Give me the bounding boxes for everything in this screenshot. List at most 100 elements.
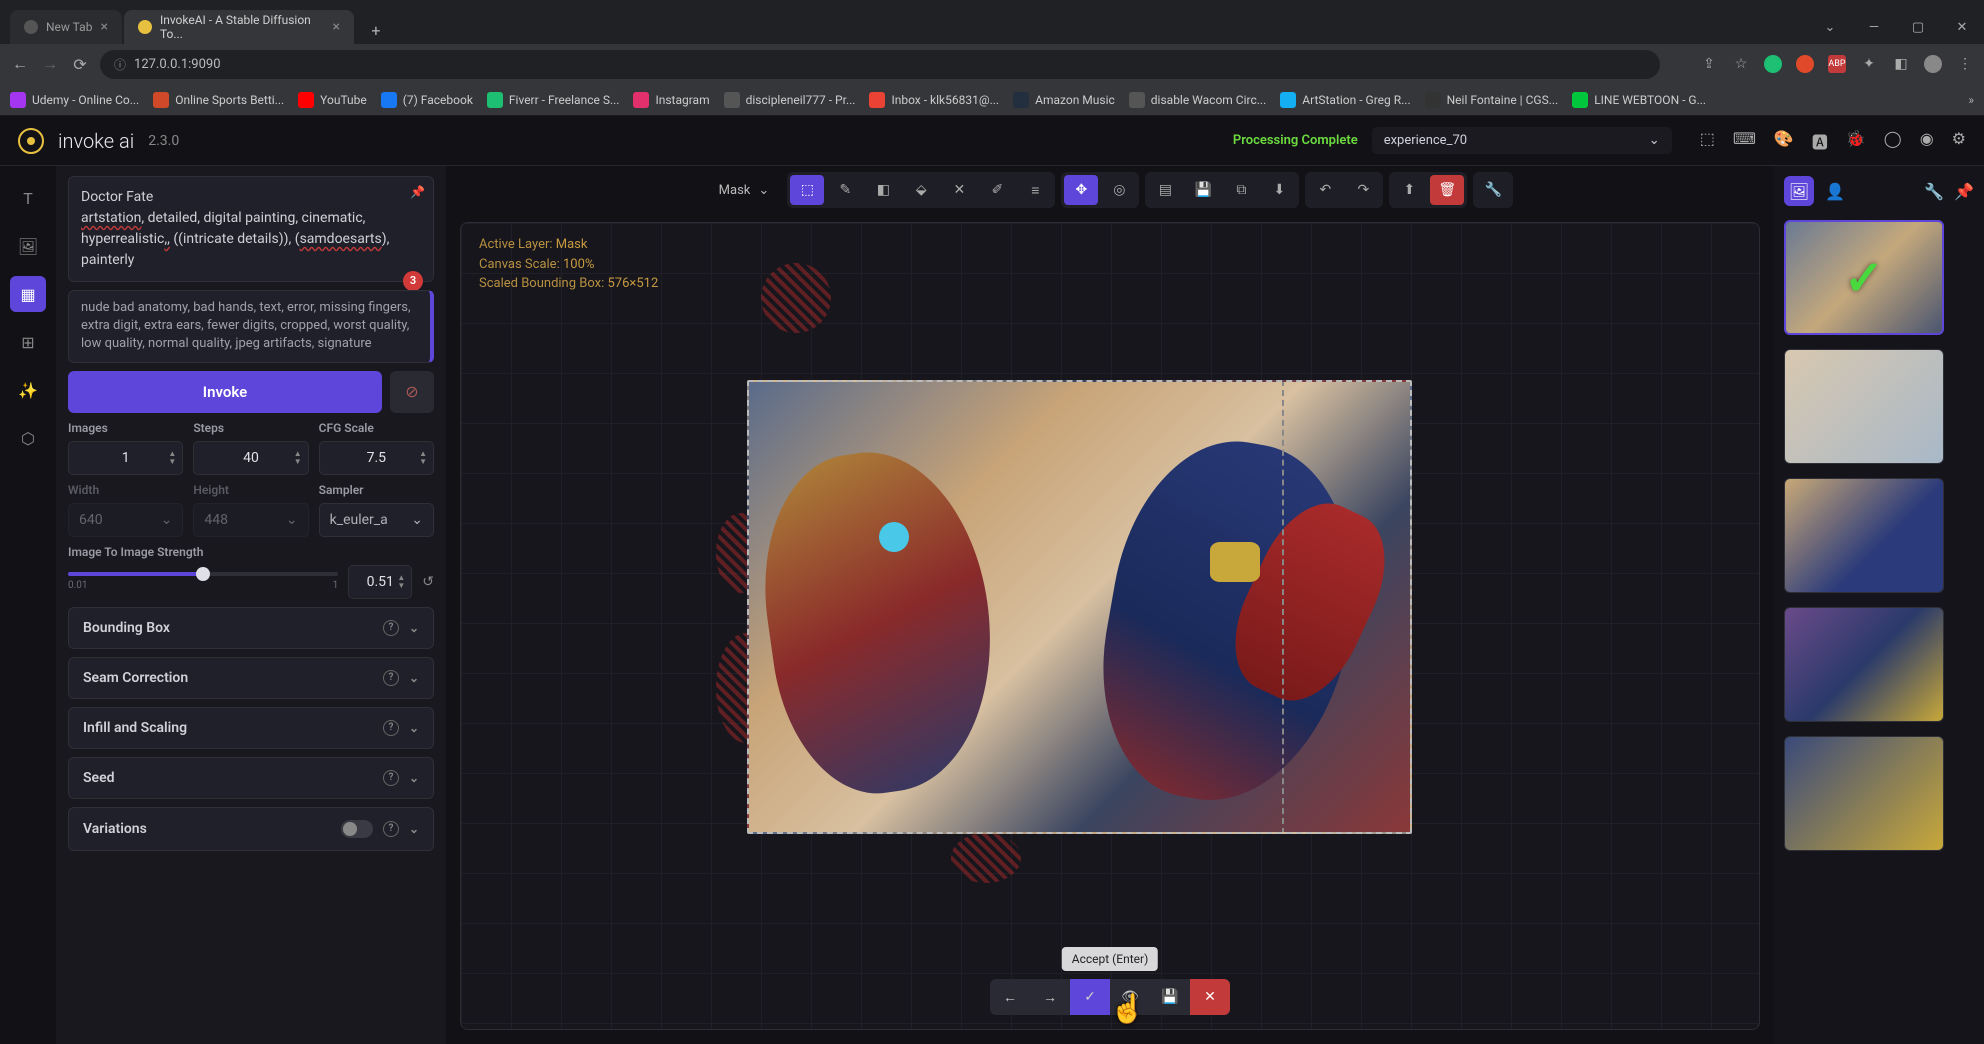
url-input[interactable]: ⓘ 127.0.0.1:9090	[100, 50, 1660, 79]
download-icon[interactable]: ⬇	[1262, 175, 1296, 205]
minimize-icon[interactable]: —	[1852, 10, 1896, 44]
gallery-thumbnail[interactable]	[1784, 478, 1944, 593]
info-icon[interactable]: ?	[383, 670, 399, 686]
width-select[interactable]: 640⌄	[68, 503, 183, 537]
cancel-button[interactable]: ⊘	[390, 371, 434, 413]
i2i-strength-slider[interactable]	[68, 572, 338, 576]
upload-icon[interactable]: ⬆	[1392, 175, 1426, 205]
palette-icon[interactable]: 🎨	[1774, 129, 1794, 153]
training-tab[interactable]: ⬡	[10, 420, 46, 456]
bookmark-item[interactable]: Neil Fontaine | CGS...	[1425, 92, 1559, 108]
cfg-input[interactable]: 7.5▲▼	[319, 441, 434, 475]
accept-staging-button[interactable]: ✓	[1070, 979, 1110, 1015]
prev-staging-button[interactable]: ←	[990, 979, 1030, 1015]
sampler-select[interactable]: k_euler_a⌄	[319, 503, 434, 537]
settings-icon[interactable]: ⚙	[1952, 129, 1966, 153]
variations-toggle[interactable]	[341, 820, 373, 838]
gallery-thumbnail[interactable]	[1784, 349, 1944, 464]
reset-view-tool[interactable]: ◎	[1102, 175, 1136, 205]
extension-icon[interactable]	[1796, 55, 1814, 73]
bookmark-item[interactable]: LINE WEBTOON - G...	[1572, 92, 1706, 108]
browser-tab-invokeai[interactable]: InvokeAI - A Stable Diffusion To... ×	[124, 10, 354, 44]
bookmark-item[interactable]: Online Sports Betti...	[153, 92, 284, 108]
negative-prompt-input[interactable]: nude bad anatomy, bad hands, text, error…	[68, 290, 434, 363]
brush-tool[interactable]: ✎	[828, 175, 862, 205]
sidepanel-icon[interactable]: ◧	[1892, 55, 1910, 73]
positive-prompt-input[interactable]: 📌 Doctor Fate artstation, detailed, digi…	[68, 176, 434, 282]
canvas-viewport[interactable]: Active Layer: Mask Canvas Scale: 100% Sc…	[460, 222, 1760, 1030]
options-icon[interactable]: ≡	[1018, 175, 1052, 205]
infill-scaling-accordion[interactable]: Infill and Scaling ?⌄	[68, 707, 434, 749]
bookmark-item[interactable]: ArtStation - Greg R...	[1280, 92, 1410, 108]
variations-accordion[interactable]: Variations ?⌄	[68, 807, 434, 851]
save-icon[interactable]: 💾	[1186, 175, 1220, 205]
maximize-icon[interactable]: ▢	[1896, 10, 1940, 44]
info-icon[interactable]: ?	[383, 720, 399, 736]
bookmark-item[interactable]: YouTube	[298, 92, 367, 108]
bookmark-item[interactable]: Instagram	[633, 92, 709, 108]
extensions-icon[interactable]: ✦	[1860, 55, 1878, 73]
move-tool[interactable]: ⬚	[790, 175, 824, 205]
info-icon[interactable]: ?	[383, 821, 399, 837]
txt2img-tab[interactable]: T	[10, 180, 46, 216]
seed-accordion[interactable]: Seed ?⌄	[68, 757, 434, 799]
bookmarks-overflow-icon[interactable]: »	[1968, 93, 1974, 107]
gallery-images-tab[interactable]: 🖼	[1784, 176, 1814, 206]
redo-icon[interactable]: ↷	[1346, 175, 1380, 205]
bookmark-item[interactable]: (7) Facebook	[381, 92, 473, 108]
gallery-thumbnail[interactable]	[1784, 607, 1944, 722]
bookmark-item[interactable]: disable Wacom Circ...	[1129, 92, 1266, 108]
gallery-thumbnail[interactable]: ✓	[1784, 220, 1944, 335]
back-icon[interactable]: ←	[10, 54, 30, 74]
info-icon[interactable]: ?	[383, 620, 399, 636]
merge-icon[interactable]: ▤	[1148, 175, 1182, 205]
postprocess-tab[interactable]: ✨	[10, 372, 46, 408]
steps-input[interactable]: 40▲▼	[193, 441, 308, 475]
images-input[interactable]: 1▲▼	[68, 441, 183, 475]
browser-tab-newtab[interactable]: New Tab ×	[10, 10, 122, 44]
reset-icon[interactable]: ↺	[422, 574, 434, 590]
extension-icon[interactable]: ABP	[1828, 55, 1846, 73]
share-icon[interactable]: ⇪	[1700, 55, 1718, 73]
gallery-thumbnail[interactable]	[1784, 736, 1944, 851]
eraser-tool[interactable]: ◧	[866, 175, 900, 205]
github-icon[interactable]: ◯	[1884, 129, 1902, 153]
gallery-user-tab[interactable]: 👤	[1820, 176, 1850, 206]
clear-canvas-icon[interactable]: 🗑	[1430, 175, 1464, 205]
bug-icon[interactable]: 🐞	[1846, 129, 1866, 153]
discard-staging-button[interactable]: ✕	[1190, 979, 1230, 1015]
height-select[interactable]: 448⌄	[193, 503, 308, 537]
pin-icon[interactable]: 📌	[410, 183, 425, 201]
model-select[interactable]: experience_70 ⌄	[1372, 127, 1672, 154]
i2i-strength-input[interactable]: 0.51▲▼	[348, 565, 412, 599]
bbox-move-tool[interactable]: ✥	[1064, 175, 1098, 205]
layer-select[interactable]: Mask⌄	[707, 177, 782, 204]
profile-icon[interactable]	[1924, 55, 1942, 73]
chevron-down-icon[interactable]: ⌄	[1808, 10, 1852, 44]
gallery-settings-icon[interactable]: 🔧	[1924, 182, 1944, 201]
bookmark-item[interactable]: Amazon Music	[1013, 92, 1115, 108]
nodes-tab[interactable]: ⊞	[10, 324, 46, 360]
reload-icon[interactable]: ⟳	[70, 55, 90, 74]
bookmark-item[interactable]: Fiverr - Freelance S...	[487, 92, 620, 108]
cube-icon[interactable]: ⬚	[1700, 129, 1715, 153]
unified-canvas-tab[interactable]: ▦	[10, 276, 46, 312]
seam-correction-accordion[interactable]: Seam Correction ?⌄	[68, 657, 434, 699]
canvas-settings-icon[interactable]: 🔧	[1476, 175, 1510, 205]
bookmark-item[interactable]: discipleneil777 - Pr...	[724, 92, 856, 108]
img2img-tab[interactable]: 🖼	[10, 228, 46, 264]
clear-tool[interactable]: ✕	[942, 175, 976, 205]
close-icon[interactable]: ×	[332, 19, 339, 35]
close-icon[interactable]: ✕	[1940, 10, 1984, 44]
language-icon[interactable]: 🅰	[1812, 129, 1828, 153]
fill-tool[interactable]: ⬙	[904, 175, 938, 205]
keyboard-icon[interactable]: ⌨	[1733, 129, 1756, 153]
close-icon[interactable]: ×	[100, 19, 107, 35]
pin-icon[interactable]: 📌	[1954, 182, 1974, 201]
new-tab-button[interactable]: +	[362, 16, 390, 44]
bookmark-item[interactable]: Inbox - klk56831@...	[869, 92, 999, 108]
bounding-box-accordion[interactable]: Bounding Box ?⌄	[68, 607, 434, 649]
menu-icon[interactable]: ⋮	[1956, 55, 1974, 73]
forward-icon[interactable]: →	[40, 54, 60, 74]
discord-icon[interactable]: ◉	[1920, 129, 1934, 153]
